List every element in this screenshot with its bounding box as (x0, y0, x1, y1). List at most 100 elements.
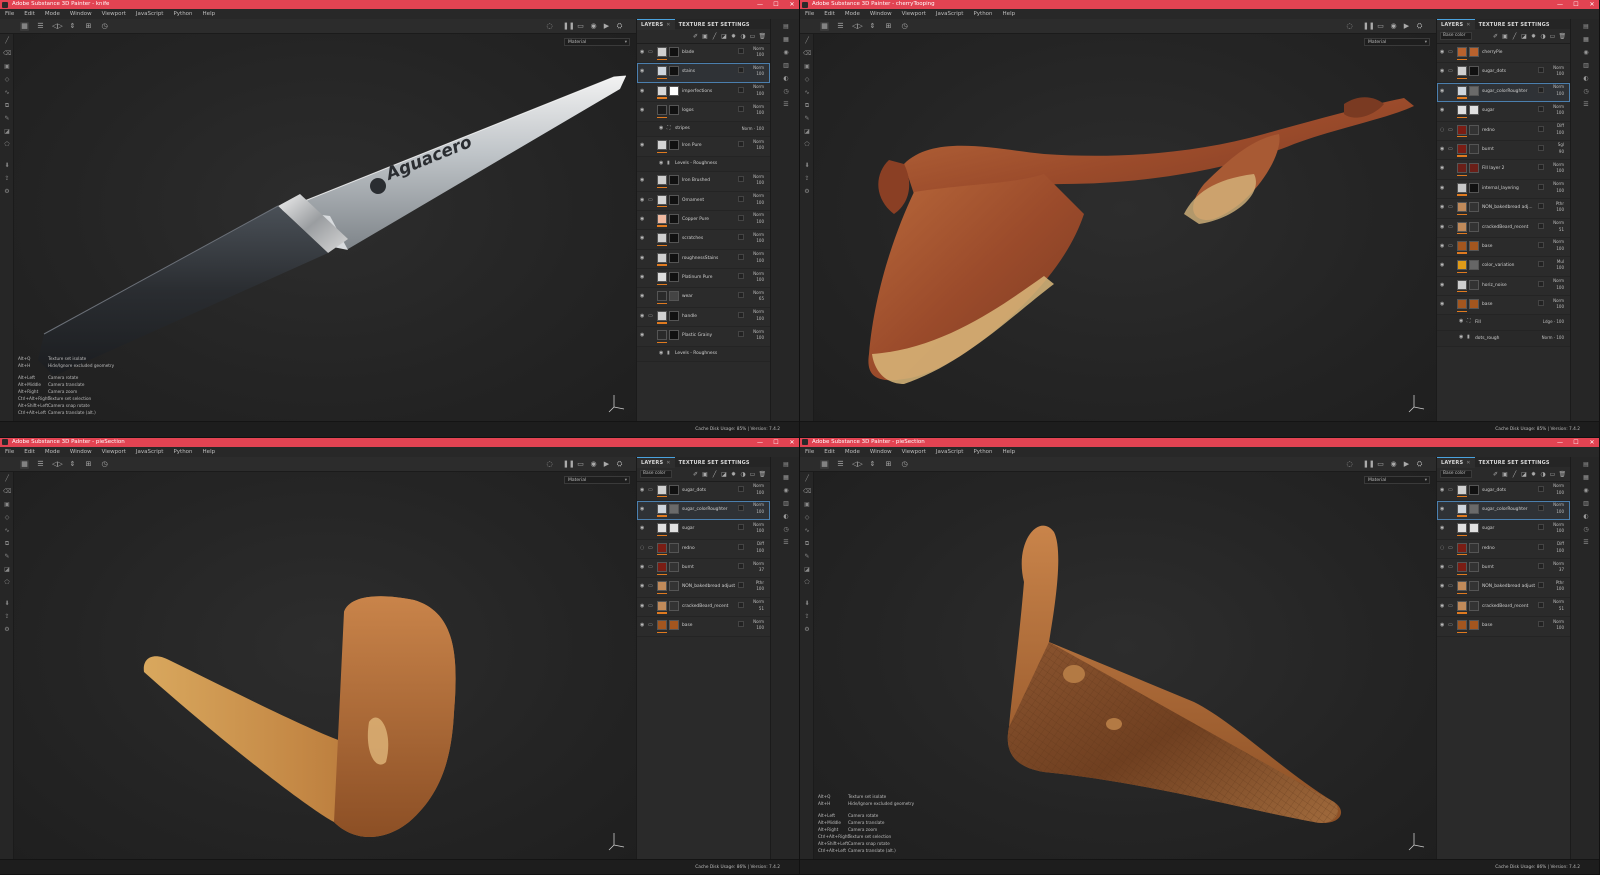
layer-checkbox[interactable] (1538, 144, 1544, 151)
menu-viewport[interactable]: Viewport (897, 9, 931, 19)
layer-row[interactable]: ◌ ▭ redno Diff 100 (1437, 121, 1570, 141)
log-icon[interactable]: ☰ (1582, 101, 1590, 109)
blend-opacity[interactable]: Norm 100 (753, 46, 764, 59)
render-icon[interactable]: ⛭ (615, 22, 624, 31)
layers-icon[interactable]: ▦ (1582, 474, 1590, 482)
menu-javascript[interactable]: JavaScript (131, 447, 169, 457)
close-icon[interactable]: ✕ (784, 0, 799, 9)
folder-icon[interactable]: ▭ (1448, 603, 1454, 609)
3d-viewport[interactable]: Material (14, 471, 636, 860)
history-icon[interactable]: ◷ (782, 88, 790, 96)
brush-icon[interactable]: ╱ (711, 33, 718, 40)
blend-opacity[interactable]: Norm 100 (1553, 65, 1564, 78)
render-icon[interactable]: ⛭ (615, 460, 624, 469)
paint-brush-icon[interactable]: ╱ (803, 475, 811, 483)
sub-layer[interactable]: ◉ ⛶ stripes Norm · 100 (637, 121, 770, 138)
layer-checkbox[interactable] (738, 601, 744, 608)
eye-icon[interactable]: ◉ (1459, 319, 1465, 324)
frame-icon[interactable]: ⊞ (84, 22, 93, 31)
list-view-icon[interactable]: ☰ (36, 460, 45, 469)
display-icon[interactable]: ◐ (782, 513, 790, 521)
layer-row[interactable]: ◉ ▭ base Norm 100 (1437, 237, 1570, 258)
grid-view-icon[interactable]: ▦ (20, 22, 29, 31)
layer-checkbox[interactable] (738, 106, 744, 113)
log-icon[interactable]: ☰ (782, 539, 790, 547)
screenshot-icon[interactable]: ▭ (576, 460, 585, 469)
layer-row[interactable]: ◌ ▭ redno Diff 100 (1437, 539, 1570, 560)
layer-checkbox[interactable] (738, 176, 744, 183)
camera-icon[interactable]: ◉ (589, 22, 598, 31)
brush-icon[interactable]: ╱ (1511, 471, 1518, 478)
menu-javascript[interactable]: JavaScript (931, 9, 969, 19)
blend-opacity[interactable]: Norm 100 (753, 139, 764, 152)
layer-checkbox[interactable] (1538, 261, 1544, 268)
layer-checkbox[interactable] (738, 48, 744, 54)
blend-opacity[interactable]: Diff 100 (1556, 123, 1564, 136)
layers-icon[interactable]: ▦ (1582, 36, 1590, 44)
camera-icon[interactable]: ◉ (589, 460, 598, 469)
blend-opacity[interactable]: Norm 100 (753, 309, 764, 322)
layer-row[interactable]: ◉ Fill layer 2 Norm 100 (1437, 160, 1570, 180)
polygon-fill-icon[interactable]: ⬠ (803, 141, 811, 149)
blend-opacity[interactable]: Norm 100 (1553, 162, 1564, 175)
layer-row[interactable]: ◉ ▭ Ornament Norm 100 (637, 191, 770, 211)
folder-icon[interactable]: ▭ (648, 545, 654, 551)
channel-select[interactable]: Base color (1440, 32, 1472, 40)
layer-checkbox[interactable] (1538, 524, 1544, 531)
clock-icon[interactable]: ◷ (100, 22, 109, 31)
blend-opacity[interactable]: Norm 100 (1553, 619, 1564, 632)
geometry-mask-icon[interactable]: ◇ (803, 76, 811, 84)
paint-layer-icon[interactable]: ✐ (692, 33, 699, 40)
hide-icon[interactable]: ◌ (545, 460, 554, 469)
video-icon[interactable]: ▶ (602, 460, 611, 469)
folder-icon[interactable]: ▭ (1448, 146, 1454, 152)
folder-icon[interactable]: ▭ (1448, 584, 1454, 589)
menu-mode[interactable]: Mode (840, 9, 865, 19)
close-icon[interactable]: ✕ (666, 460, 670, 466)
layer-checkbox[interactable] (1538, 485, 1544, 492)
polygon-fill-icon[interactable]: ⬠ (803, 579, 811, 587)
blend-opacity[interactable]: Norm 65 (753, 290, 764, 303)
blend-opacity[interactable]: Norm 100 (1553, 502, 1564, 515)
menu-window[interactable]: Window (865, 9, 897, 19)
layer-checkbox[interactable] (1538, 203, 1544, 210)
layer-checkbox[interactable] (738, 543, 744, 550)
layer-row[interactable]: ◉ color_variation Mul 100 (1437, 257, 1570, 277)
eye-icon[interactable]: ◉ (659, 350, 665, 356)
menu-mode[interactable]: Mode (40, 9, 65, 19)
eye-icon[interactable]: ◉ (1440, 565, 1446, 570)
eye-icon[interactable]: ◉ (1440, 302, 1446, 307)
properties-icon[interactable]: ◉ (782, 487, 790, 495)
maximize-icon[interactable]: ☐ (768, 438, 784, 447)
paint-layer-icon[interactable]: ✐ (1492, 471, 1499, 478)
mask-icon[interactable]: ◑ (740, 33, 747, 40)
eye-icon[interactable]: ◉ (640, 143, 646, 148)
eye-icon[interactable]: ◉ (1440, 50, 1446, 55)
blend-opacity[interactable]: Pthr 100 (1556, 201, 1564, 214)
folder-icon[interactable]: ▭ (648, 50, 654, 55)
projection-icon[interactable]: ▣ (3, 63, 11, 71)
eye-icon[interactable]: ◉ (640, 565, 646, 570)
folder-icon[interactable]: ▭ (1549, 471, 1556, 478)
layer-row[interactable]: ◉ wear Norm 65 (637, 288, 770, 308)
eye-icon[interactable]: ◉ (1440, 584, 1446, 589)
layer-row[interactable]: ◉ Iron Brushed Norm 100 (637, 172, 770, 192)
bake-icon[interactable]: ⬇ (803, 600, 811, 608)
camera-icon[interactable]: ◉ (1389, 460, 1398, 469)
properties-icon[interactable]: ◉ (1582, 487, 1590, 495)
delete-icon[interactable]: 🗑 (759, 33, 767, 40)
mask-icon[interactable]: ◑ (1540, 33, 1547, 40)
close-icon[interactable]: ✕ (1466, 460, 1470, 466)
menu-edit[interactable]: Edit (19, 447, 40, 457)
3d-viewport[interactable]: Material (814, 34, 1436, 422)
paint-brush-icon[interactable]: ╱ (3, 37, 11, 45)
menu-viewport[interactable]: Viewport (897, 447, 931, 457)
bake-icon[interactable]: ⬇ (803, 162, 811, 170)
delete-icon[interactable]: 🗑 (1559, 33, 1567, 40)
export-icon[interactable]: ⇪ (3, 613, 11, 621)
mask-icon[interactable]: ◑ (1540, 471, 1547, 478)
layer-row[interactable]: ◉ roughnessStains Norm 100 (637, 249, 770, 270)
bake-icon[interactable]: ⬇ (3, 162, 11, 170)
folder-icon[interactable]: ▭ (1448, 205, 1454, 210)
folder-icon[interactable]: ▭ (1448, 487, 1454, 493)
